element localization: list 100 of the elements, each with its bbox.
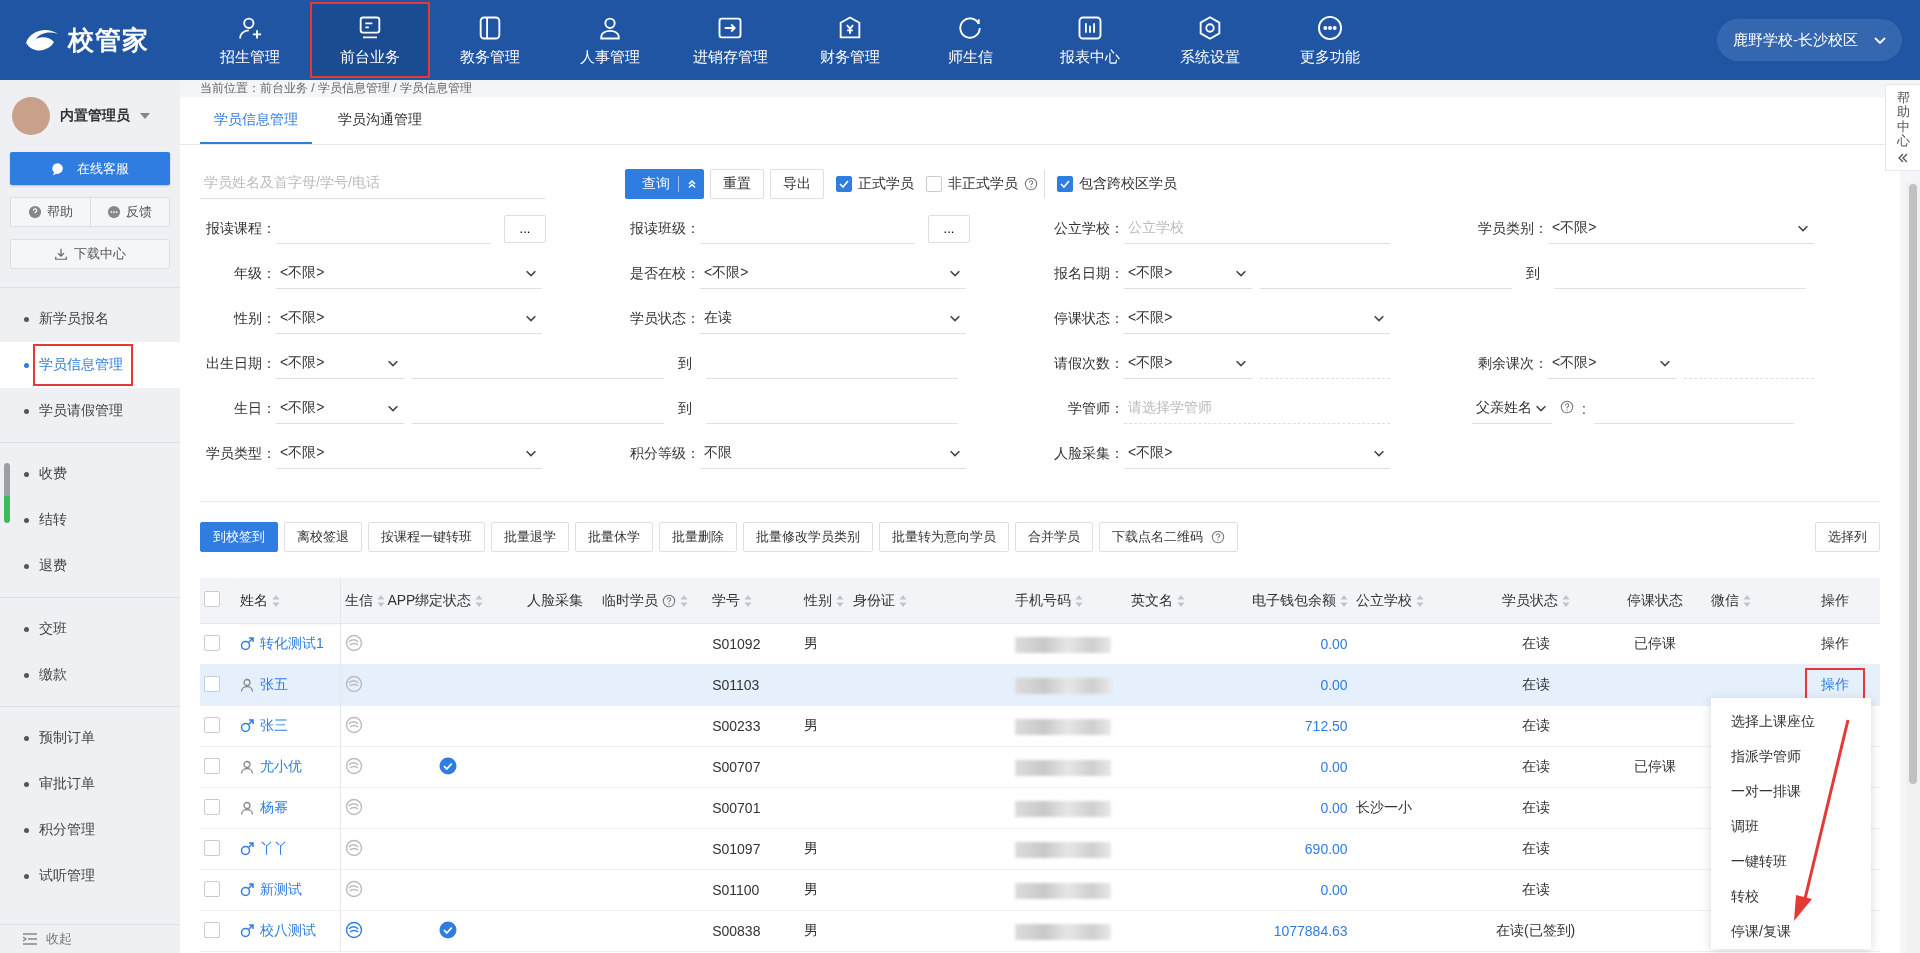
balance-link[interactable]: 712.50 <box>1304 718 1348 734</box>
sort-icon[interactable] <box>475 593 484 608</box>
checkbox[interactable] <box>204 634 220 651</box>
toolbar-button[interactable]: 批量转为意向学员 <box>879 522 1009 552</box>
sort-icon[interactable] <box>272 593 281 608</box>
balance-link[interactable]: 690.00 <box>1304 841 1348 857</box>
browse-button[interactable]: ... <box>928 214 970 243</box>
checkbox[interactable] <box>204 921 220 938</box>
operation-link[interactable]: 操作 <box>1804 627 1865 661</box>
balance-link[interactable]: 0.00 <box>1320 882 1348 898</box>
balance-link[interactable]: 0.00 <box>1320 636 1348 652</box>
select-field[interactable]: <不限> <box>700 258 966 289</box>
sort-icon[interactable] <box>1415 593 1424 608</box>
select-field[interactable]: <不限> <box>276 258 542 289</box>
student-name-link[interactable]: 新测试 <box>260 880 303 899</box>
select-field[interactable]: <不限> <box>276 303 542 334</box>
sidebar-item[interactable]: 试听管理 <box>33 855 105 897</box>
browse-button[interactable]: ... <box>504 214 546 243</box>
sort-icon[interactable] <box>1339 593 1348 608</box>
student-name-link[interactable]: 杨幂 <box>260 798 289 817</box>
checkbox[interactable] <box>204 798 220 815</box>
tab[interactable]: 学员沟通管理 <box>324 97 436 144</box>
sort-icon[interactable] <box>836 593 845 608</box>
select-field[interactable]: <不限> <box>1548 213 1814 244</box>
sidebar-item[interactable]: 交班 <box>33 608 77 650</box>
toolbar-button[interactable]: 按课程一键转班 <box>368 522 485 552</box>
action-button[interactable]: 重置 <box>710 168 764 199</box>
checkbox[interactable] <box>836 175 852 192</box>
nav-item[interactable]: 更多功能 <box>1270 2 1390 78</box>
student-name-link[interactable]: 校八测试 <box>260 921 317 940</box>
select-field[interactable]: 不限 <box>700 438 966 469</box>
select-field[interactable]: <不限> <box>276 438 542 469</box>
sort-icon[interactable] <box>899 593 908 608</box>
select-field[interactable]: 在读 <box>700 303 966 334</box>
checkbox[interactable] <box>204 675 220 692</box>
toolbar-button[interactable]: 批量修改学员类别 <box>743 522 873 552</box>
nav-item[interactable]: 人事管理 <box>550 2 670 78</box>
sidebar-item[interactable]: 积分管理 <box>33 809 105 851</box>
campus-selector[interactable]: 鹿野学校-长沙校区 <box>1717 19 1902 61</box>
sidebar-item[interactable]: 新学员报名 <box>33 298 119 340</box>
select-field[interactable]: <不限> <box>1124 258 1252 289</box>
checkbox[interactable] <box>1057 175 1073 192</box>
nav-item[interactable]: 系统设置 <box>1150 2 1270 78</box>
query-button[interactable]: 查询 <box>625 168 704 199</box>
feedback-button[interactable]: 反馈 <box>89 198 169 226</box>
student-name-link[interactable]: 张五 <box>260 675 289 694</box>
sidebar-item[interactable]: 结转 <box>33 499 77 541</box>
sidebar-item[interactable]: 学员信息管理 <box>33 344 133 386</box>
toolbar-button[interactable]: 离校签退 <box>284 522 362 552</box>
checkbox[interactable] <box>204 880 220 897</box>
action-button[interactable]: 导出 <box>770 168 824 199</box>
balance-link[interactable]: 1077884.63 <box>1273 923 1348 939</box>
nav-item[interactable]: 进销存管理 <box>670 2 790 78</box>
select-field[interactable]: <不限> <box>276 393 404 424</box>
balance-link[interactable]: 0.00 <box>1320 800 1348 816</box>
scrollbar-thumb[interactable] <box>4 463 10 523</box>
sidebar-item[interactable]: 审批订单 <box>33 763 105 805</box>
download-center-button[interactable]: 下载中心 <box>10 239 170 269</box>
select-field[interactable]: <不限> <box>1124 348 1252 379</box>
menu-item[interactable]: 停课/复课 <box>1711 914 1871 949</box>
balance-link[interactable]: 0.00 <box>1320 759 1348 775</box>
toolbar-button[interactable]: 批量休学 <box>575 522 653 552</box>
student-name-link[interactable]: 张三 <box>260 716 289 735</box>
sidebar-item[interactable]: 退费 <box>33 545 77 587</box>
sort-icon[interactable] <box>1074 593 1083 608</box>
toolbar-button[interactable]: 批量退学 <box>491 522 569 552</box>
sort-icon[interactable] <box>679 593 688 608</box>
select-field[interactable]: 父亲姓名 <box>1472 393 1552 424</box>
checkbox[interactable] <box>926 175 942 192</box>
menu-item[interactable]: 一键转班 <box>1711 844 1871 879</box>
sort-icon[interactable] <box>1177 593 1186 608</box>
checkbox[interactable] <box>204 591 220 607</box>
menu-item[interactable]: 调班 <box>1711 809 1871 844</box>
student-name-link[interactable]: 转化测试1 <box>260 634 324 653</box>
sidebar-item[interactable]: 缴款 <box>33 654 77 696</box>
select-field[interactable]: <不限> <box>1548 348 1676 379</box>
sort-icon[interactable] <box>376 593 385 608</box>
nav-item[interactable]: 报表中心 <box>1030 2 1150 78</box>
student-name-link[interactable]: 丫丫 <box>260 839 289 858</box>
sort-icon[interactable] <box>744 593 753 608</box>
nav-item[interactable]: 教务管理 <box>430 2 550 78</box>
menu-item[interactable]: 选择上课座位 <box>1711 704 1871 739</box>
menu-item[interactable]: 指派学管师 <box>1711 739 1871 774</box>
sidebar-item[interactable]: 学员请假管理 <box>33 390 133 432</box>
choose-columns-button[interactable]: 选择列 <box>1815 522 1880 552</box>
menu-item[interactable]: 一对一排课 <box>1711 774 1871 809</box>
select-field[interactable]: <不限> <box>1124 303 1390 334</box>
student-name-link[interactable]: 尤小优 <box>260 757 303 776</box>
toolbar-button[interactable]: 合并学员 <box>1015 522 1093 552</box>
scrollbar[interactable] <box>1906 182 1920 953</box>
nav-item[interactable]: 招生管理 <box>190 2 310 78</box>
nav-item[interactable]: 前台业务 <box>310 2 430 78</box>
select-field[interactable]: <不限> <box>276 348 404 379</box>
tab[interactable]: 学员信息管理 <box>200 97 312 144</box>
online-service-button[interactable]: 在线客服 <box>10 152 170 185</box>
menu-item[interactable]: 转校 <box>1711 879 1871 914</box>
help-center-tab[interactable]: 帮助中心 <box>1885 84 1920 172</box>
sort-icon[interactable] <box>1561 593 1570 608</box>
checkbox[interactable] <box>204 757 220 774</box>
toolbar-button[interactable]: 到校签到 <box>200 522 278 552</box>
